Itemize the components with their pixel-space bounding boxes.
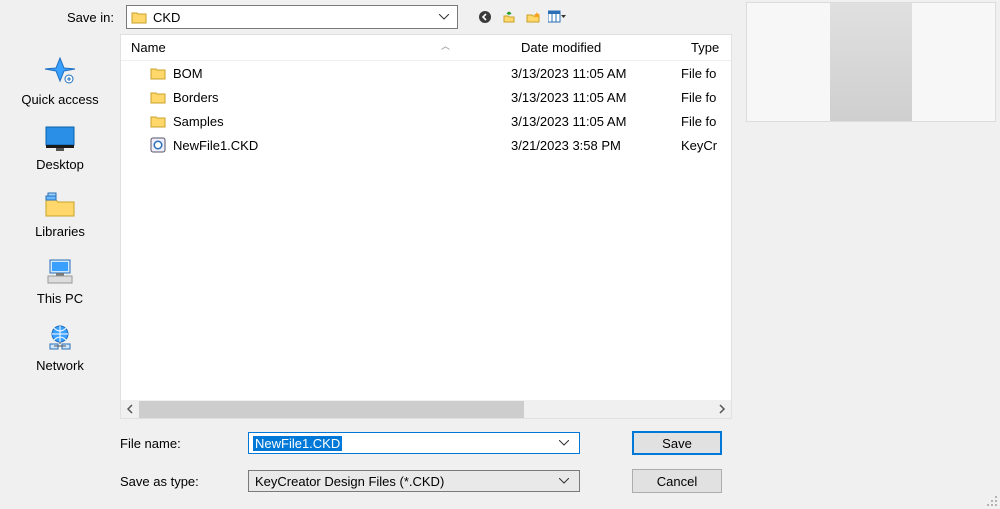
new-folder-button[interactable]	[524, 8, 542, 26]
place-label: Libraries	[35, 224, 85, 239]
view-menu-button[interactable]	[548, 8, 566, 26]
network-icon	[42, 324, 78, 354]
scroll-right-button[interactable]	[713, 401, 731, 418]
folder-row[interactable]: Samples 3/13/2023 11:05 AMFile fo	[121, 109, 731, 133]
chevron-down-icon	[439, 14, 453, 20]
column-header-type[interactable]: Type	[681, 40, 731, 55]
file-type: KeyCr	[681, 138, 731, 153]
file-date: 3/21/2023 3:58 PM	[511, 138, 681, 153]
desktop-icon	[42, 125, 78, 153]
libraries-icon	[42, 190, 78, 220]
places-bar: Quick access Desktop Libraries	[0, 34, 120, 419]
sort-indicator-icon: ︿	[441, 39, 450, 52]
save-as-type-value: KeyCreator Design Files (*.CKD)	[253, 474, 559, 489]
up-one-level-button[interactable]	[500, 8, 518, 26]
file-type: File fo	[681, 90, 731, 105]
folder-row[interactable]: Borders 3/13/2023 11:05 AMFile fo	[121, 85, 731, 109]
file-type: File fo	[681, 66, 731, 81]
file-date: 3/13/2023 11:05 AM	[511, 66, 681, 81]
this-pc-icon	[42, 257, 78, 287]
column-header-name[interactable]: Name	[121, 40, 511, 55]
place-desktop[interactable]: Desktop	[36, 125, 84, 172]
file-name: BOM	[173, 66, 203, 81]
scroll-track[interactable]	[139, 401, 713, 418]
folder-icon	[149, 113, 167, 129]
save-as-type-combo[interactable]: KeyCreator Design Files (*.CKD)	[248, 470, 580, 492]
cancel-button[interactable]: Cancel	[632, 469, 722, 493]
chevron-down-icon	[559, 478, 575, 484]
file-list-pane: ︿ Name Date modified Type BOM 3/13/2023 1…	[120, 34, 732, 419]
chevron-down-icon	[559, 440, 575, 446]
save-in-combo[interactable]: CKD	[126, 5, 458, 29]
file-name: Samples	[173, 114, 224, 129]
save-in-value: CKD	[153, 10, 439, 25]
place-label: This PC	[37, 291, 83, 306]
back-button[interactable]	[476, 8, 494, 26]
file-date: 3/13/2023 11:05 AM	[511, 90, 681, 105]
file-name-value: NewFile1.CKD	[253, 436, 342, 451]
place-label: Quick access	[21, 92, 98, 107]
horizontal-scrollbar[interactable]	[121, 400, 731, 418]
resize-grip-icon[interactable]	[984, 493, 998, 507]
file-date: 3/13/2023 11:05 AM	[511, 114, 681, 129]
place-libraries[interactable]: Libraries	[35, 190, 85, 239]
place-this-pc[interactable]: This PC	[37, 257, 83, 306]
file-name: NewFile1.CKD	[173, 138, 258, 153]
place-label: Network	[36, 358, 84, 373]
save-as-type-label: Save as type:	[120, 474, 248, 489]
place-quick-access[interactable]: Quick access	[21, 56, 98, 107]
folder-icon	[131, 10, 147, 24]
file-icon	[149, 137, 167, 153]
folder-icon	[149, 89, 167, 105]
save-in-label: Save in:	[38, 10, 126, 25]
column-headers[interactable]: ︿ Name Date modified Type	[121, 35, 731, 61]
file-name: Borders	[173, 90, 219, 105]
folder-icon	[149, 65, 167, 81]
place-label: Desktop	[36, 157, 84, 172]
preview-pane	[746, 2, 996, 122]
place-network[interactable]: Network	[36, 324, 84, 373]
file-type: File fo	[681, 114, 731, 129]
save-button[interactable]: Save	[632, 431, 722, 455]
file-name-label: File name:	[120, 436, 248, 451]
scroll-left-button[interactable]	[121, 401, 139, 418]
folder-row[interactable]: BOM 3/13/2023 11:05 AMFile fo	[121, 61, 731, 85]
column-header-date[interactable]: Date modified	[511, 40, 681, 55]
file-name-combo[interactable]: NewFile1.CKD	[248, 432, 580, 454]
file-row[interactable]: NewFile1.CKD 3/21/2023 3:58 PMKeyCr	[121, 133, 731, 157]
quick-access-icon	[42, 56, 78, 88]
scroll-thumb[interactable]	[139, 401, 524, 418]
